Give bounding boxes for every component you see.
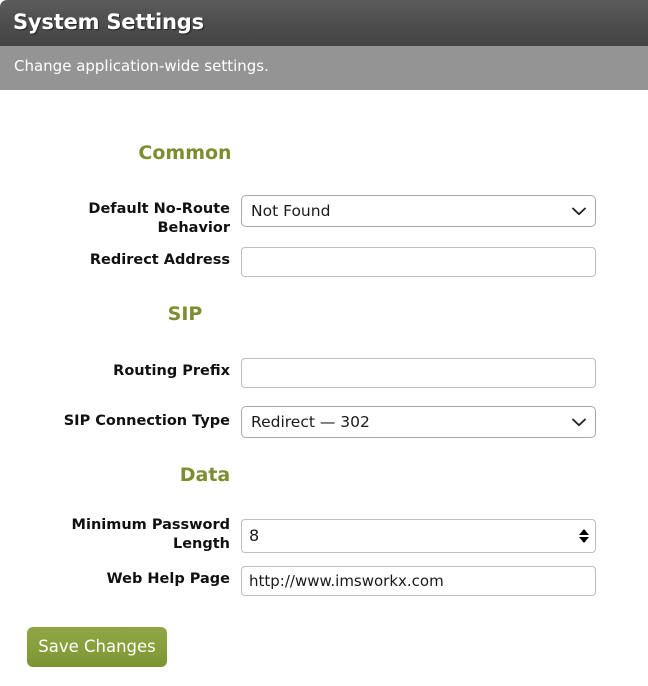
select-value-sip-connection-type: Redirect — 302 [251, 413, 370, 431]
page-header-bar: System Settings [0, 0, 648, 46]
section-heading-data: Data [179, 464, 231, 486]
page-subtitle: Change application-wide settings. [14, 57, 269, 75]
triangle-up-icon[interactable] [579, 529, 589, 535]
chevron-down-icon [572, 407, 586, 437]
select-default-no-route-behavior[interactable]: Not Found [241, 195, 596, 227]
label-redirect-address: Redirect Address [89, 252, 230, 268]
page-title: System Settings [13, 10, 204, 34]
input-web-help-page[interactable]: http://www.imsworkx.com [241, 566, 596, 596]
label-routing-prefix: Routing Prefix [113, 363, 230, 379]
save-changes-button[interactable]: Save Changes [27, 627, 167, 667]
input-redirect-address[interactable] [241, 247, 596, 277]
select-value-default-no-route-behavior: Not Found [251, 202, 331, 220]
label-sip-connection-type: SIP Connection Type [63, 413, 230, 429]
input-routing-prefix[interactable] [241, 358, 596, 388]
select-sip-connection-type[interactable]: Redirect — 302 [241, 406, 596, 438]
section-heading-common: Common [138, 142, 232, 164]
label-web-help-page: Web Help Page [106, 571, 230, 587]
settings-form: Common Default No-Route Behavior Not Fou… [0, 90, 648, 686]
label-default-no-route-behavior: Default No-Route Behavior [88, 201, 230, 236]
chevron-down-icon [572, 196, 586, 226]
quantity-stepper[interactable] [577, 522, 591, 550]
label-minimum-password-length: Minimum Password Length [71, 517, 230, 552]
triangle-down-icon[interactable] [579, 537, 589, 543]
input-minimum-password-length[interactable]: 8 [241, 519, 596, 553]
number-value-minimum-password-length: 8 [249, 526, 260, 545]
page-subheader-bar: Change application-wide settings. [0, 46, 648, 90]
section-heading-sip: SIP [167, 303, 203, 325]
